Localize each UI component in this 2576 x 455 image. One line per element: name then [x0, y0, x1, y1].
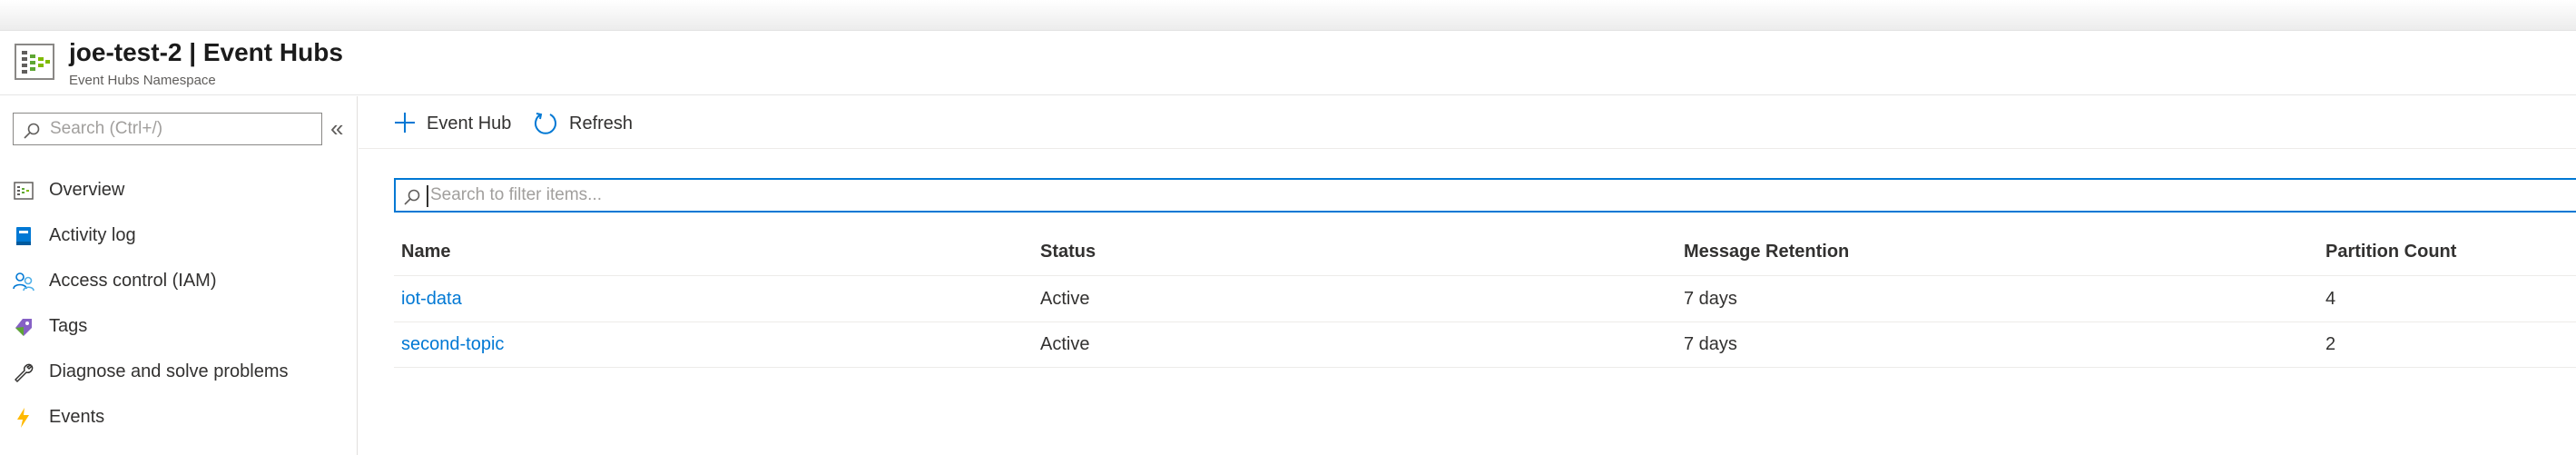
sidebar-item-label: Diagnose and solve problems: [49, 361, 289, 381]
column-header-partition-count[interactable]: Partition Count: [2325, 242, 2456, 262]
table-row[interactable]: iot-data Active 7 days 4: [394, 277, 2576, 322]
sidebar-item-overview[interactable]: Overview: [0, 169, 358, 213]
menu-search-box[interactable]: [13, 113, 322, 145]
sidebar-item-label: Access control (IAM): [49, 271, 217, 291]
refresh-icon: [535, 113, 556, 134]
sidebar-item-label: Tags: [49, 316, 88, 336]
activity-log-icon: [13, 225, 34, 247]
wrench-icon: [13, 361, 34, 383]
status-cell: Active: [1040, 334, 1090, 354]
event-hubs-namespace-icon: [15, 44, 54, 80]
plus-icon: [395, 113, 415, 133]
search-icon: [24, 123, 40, 139]
sidebar-item-activity-log[interactable]: Activity log: [0, 214, 358, 258]
retention-cell: 7 days: [1684, 289, 1737, 309]
event-hub-name-link[interactable]: second-topic: [401, 334, 504, 355]
table-row[interactable]: second-topic Active 7 days 2: [394, 322, 2576, 368]
sidebar-item-tags[interactable]: Tags: [0, 305, 358, 349]
filter-box[interactable]: [394, 178, 2576, 213]
retention-cell: 7 days: [1684, 334, 1737, 354]
event-hub-name-link[interactable]: iot-data: [401, 289, 462, 310]
add-event-hub-label: Event Hub: [427, 114, 512, 134]
resource-header: joe-test-2 | Event Hubs Event Hubs Names…: [0, 32, 2576, 95]
sidebar-item-label: Activity log: [49, 225, 136, 245]
page-title: joe-test-2 | Event Hubs: [69, 38, 343, 66]
search-icon: [404, 189, 420, 205]
portal-top-bar: [0, 0, 2576, 31]
lightning-icon: [13, 407, 34, 429]
partition-count-cell: 2: [2325, 334, 2336, 354]
resource-menu: « Overview Activity log: [0, 96, 358, 455]
status-cell: Active: [1040, 289, 1090, 309]
sidebar-item-diagnose[interactable]: Diagnose and solve problems: [0, 351, 358, 394]
add-event-hub-button[interactable]: Event Hub: [393, 107, 538, 138]
sidebar-item-label: Events: [49, 407, 105, 427]
iam-icon: [13, 271, 34, 292]
sidebar-item-events[interactable]: Events: [0, 396, 358, 440]
sidebar-item-access-control[interactable]: Access control (IAM): [0, 260, 358, 303]
command-bar: Event Hub Refresh: [359, 96, 2576, 149]
text-cursor: [427, 185, 428, 207]
page-subtitle: Event Hubs Namespace: [69, 73, 216, 88]
menu-search-input[interactable]: [50, 114, 313, 143]
overview-icon: [13, 180, 34, 202]
partition-count-cell: 4: [2325, 289, 2336, 309]
column-header-name[interactable]: Name: [401, 242, 450, 262]
main-content: Event Hub Refresh Name Status Message Re…: [359, 96, 2576, 455]
refresh-label: Refresh: [569, 114, 634, 134]
tag-icon: [13, 316, 34, 338]
column-header-status[interactable]: Status: [1040, 242, 1096, 262]
column-header-message-retention[interactable]: Message Retention: [1684, 242, 1849, 262]
filter-input[interactable]: [430, 182, 2518, 209]
sidebar-item-label: Overview: [49, 180, 125, 200]
collapse-menu-icon[interactable]: «: [330, 116, 343, 140]
table-header: Name Status Message Retention Partition …: [394, 229, 2576, 276]
refresh-button[interactable]: Refresh: [533, 107, 660, 138]
